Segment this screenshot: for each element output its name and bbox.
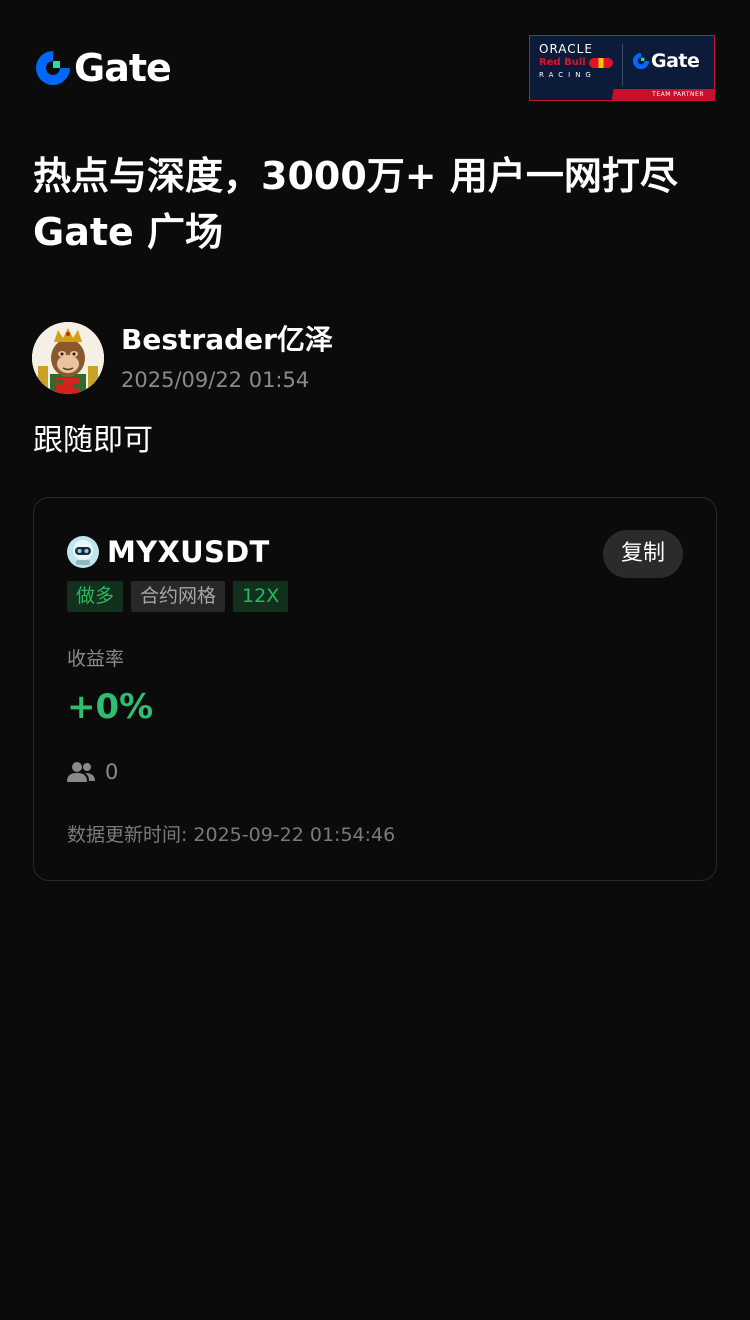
gate-small-logo-icon [632,52,650,70]
strategy-tags: 做多 合约网格 12X [67,581,289,612]
partner-divider [622,44,623,86]
redbull-bulls-icon [588,57,613,68]
oracle-redbull-partner-badge: ORACLE Red Bull RACING Gate TEAM PARTNER [529,35,715,101]
followers-count: 0 [105,760,119,784]
post-timestamp: 2025/09/22 01:54 [121,368,310,392]
headline-line-2: Gate 广场 [33,210,224,254]
partner-footer-text: TEAM PARTNER [530,89,714,100]
partner-redbull-text: Red Bull [539,57,586,68]
strategy-symbol: MYXUSDT [107,535,270,569]
tag-long: 做多 [67,581,124,612]
headline-line-1: 热点与深度，3000万+ 用户一网打尽 [33,154,678,198]
ape-avatar-icon [32,322,104,394]
partner-right: Gate [632,50,700,72]
followers: 0 [67,757,118,787]
update-time-label: 数据更新时间: [67,824,188,846]
partner-gate-text: Gate [651,50,700,72]
post-body-text: 跟随即可 [33,423,153,458]
partner-racing-text: RACING [539,71,596,79]
yield-value: +0% [67,687,154,727]
copy-button[interactable]: 复制 [603,530,683,578]
author-name[interactable]: Bestrader亿泽 [121,322,333,358]
gate-logo[interactable]: Gate [34,46,172,90]
data-update-time: 数据更新时间: 2025-09-22 01:54:46 [67,820,395,850]
page-headline: 热点与深度，3000万+ 用户一网打尽 Gate 广场 [33,148,723,260]
myx-coin-icon [67,536,99,568]
tag-grid-type: 合约网格 [131,581,226,612]
update-time-value: 2025-09-22 01:54:46 [193,824,396,846]
gate-logo-icon [36,51,70,85]
yield-label: 收益率 [67,648,125,670]
avatar[interactable] [32,322,104,394]
partner-left: ORACLE Red Bull RACING [539,42,619,81]
tag-leverage: 12X [233,581,289,612]
strategy-card[interactable]: MYXUSDT 复制 做多 合约网格 12X 收益率 +0% 0 数据更新时间:… [33,497,717,881]
logo-text: Gate [74,46,172,90]
users-icon [67,762,95,782]
partner-oracle-text: ORACLE [539,42,593,56]
partner-redbull-row: Red Bull [539,56,619,69]
